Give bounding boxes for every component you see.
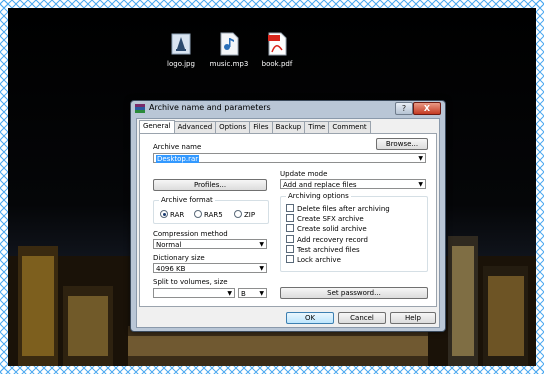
archive-name-label: Archive name xyxy=(153,143,202,151)
format-rar-label: RAR xyxy=(170,211,185,219)
archive-dialog: Archive name and parameters ? X General … xyxy=(130,100,446,332)
compression-method-label: Compression method xyxy=(153,230,228,238)
checkbox-icon xyxy=(286,245,294,253)
create-solid-checkbox[interactable]: Create solid archive xyxy=(286,224,367,233)
split-unit-select[interactable]: B ▼ xyxy=(238,288,267,298)
close-button[interactable]: X xyxy=(413,102,441,115)
dialog-titlebar[interactable]: Archive name and parameters ? X xyxy=(131,101,445,116)
archiving-options-group: Archiving options Delete files after arc… xyxy=(280,192,428,272)
archive-name-value: Desktop.rar xyxy=(156,155,200,163)
cancel-button[interactable]: Cancel xyxy=(338,312,386,324)
tab-general[interactable]: General xyxy=(139,120,175,134)
lock-archive-checkbox[interactable]: Lock archive xyxy=(286,255,341,264)
chevron-down-icon: ▼ xyxy=(418,181,423,188)
pdf-file-icon xyxy=(268,32,287,56)
winrar-app-icon xyxy=(135,104,145,113)
update-mode-value: Add and replace files xyxy=(283,181,357,189)
tab-backup[interactable]: Backup xyxy=(271,121,306,133)
checkbox-label: Lock archive xyxy=(297,256,341,264)
update-mode-select[interactable]: Add and replace files ▼ xyxy=(280,179,426,189)
image-file-icon xyxy=(171,33,191,55)
chevron-down-icon: ▼ xyxy=(227,290,232,297)
update-mode-label: Update mode xyxy=(280,170,328,178)
desktop-icon-music[interactable]: music.mp3 xyxy=(202,32,256,68)
format-rar5-radio[interactable]: RAR5 xyxy=(194,210,223,219)
checkbox-icon xyxy=(286,214,294,222)
checkbox-label: Create SFX archive xyxy=(297,215,364,223)
split-volumes-input[interactable]: ▼ xyxy=(153,288,235,298)
checkbox-label: Delete files after archiving xyxy=(297,205,390,213)
help-button[interactable]: Help xyxy=(390,312,436,324)
dictionary-size-value: 4096 KB xyxy=(156,265,186,273)
checkbox-label: Test archived files xyxy=(297,246,360,254)
chevron-down-icon: ▼ xyxy=(418,155,423,162)
format-rar5-label: RAR5 xyxy=(204,211,223,219)
compression-method-value: Normal xyxy=(156,241,182,249)
dictionary-size-label: Dictionary size xyxy=(153,254,205,262)
split-unit-value: B xyxy=(241,290,246,298)
checkbox-label: Add recovery record xyxy=(297,236,368,244)
checkbox-label: Create solid archive xyxy=(297,225,367,233)
tab-comment[interactable]: Comment xyxy=(328,121,371,133)
checkbox-icon xyxy=(286,235,294,243)
profiles-button[interactable]: Profiles... xyxy=(153,179,267,191)
test-archived-checkbox[interactable]: Test archived files xyxy=(286,245,360,254)
delete-after-checkbox[interactable]: Delete files after archiving xyxy=(286,204,390,213)
tab-strip: General Advanced Options Files Backup Ti… xyxy=(139,120,371,134)
compression-method-select[interactable]: Normal ▼ xyxy=(153,239,267,249)
desktop-icon-book[interactable]: book.pdf xyxy=(250,32,304,68)
tab-options[interactable]: Options xyxy=(215,121,251,133)
desktop-icon-label: book.pdf xyxy=(261,60,293,68)
archive-format-group: Archive format RAR RAR5 ZIP xyxy=(153,196,269,224)
create-sfx-checkbox[interactable]: Create SFX archive xyxy=(286,214,364,223)
desktop-icon-logo[interactable]: logo.jpg xyxy=(154,32,208,68)
dialog-title: Archive name and parameters xyxy=(149,103,271,112)
audio-file-icon xyxy=(220,32,239,56)
format-zip-label: ZIP xyxy=(244,211,256,219)
browse-button[interactable]: Browse... xyxy=(376,138,428,150)
archive-format-label: Archive format xyxy=(159,196,215,204)
checkbox-icon xyxy=(286,255,294,263)
radio-selected-icon xyxy=(160,210,168,218)
tab-time[interactable]: Time xyxy=(304,121,330,133)
archiving-options-label: Archiving options xyxy=(286,192,351,200)
dialog-client-area: General Advanced Options Files Backup Ti… xyxy=(136,118,440,328)
ok-button[interactable]: OK xyxy=(286,312,334,324)
desktop-icon-label: music.mp3 xyxy=(209,60,249,68)
dictionary-size-select[interactable]: 4096 KB ▼ xyxy=(153,263,267,273)
general-tab-panel: Archive name Browse... Desktop.rar ▼ Upd… xyxy=(139,133,437,307)
recovery-record-checkbox[interactable]: Add recovery record xyxy=(286,235,368,244)
split-volumes-label: Split to volumes, size xyxy=(153,278,228,286)
tab-files[interactable]: Files xyxy=(249,121,273,133)
chevron-down-icon: ▼ xyxy=(259,290,264,297)
help-titlebar-button[interactable]: ? xyxy=(395,102,413,115)
chevron-down-icon: ▼ xyxy=(259,265,264,272)
desktop: logo.jpg music.mp3 book.pdf Archive name… xyxy=(8,8,536,366)
format-zip-radio[interactable]: ZIP xyxy=(234,210,255,219)
tab-advanced[interactable]: Advanced xyxy=(173,121,217,133)
archive-name-input[interactable]: Desktop.rar ▼ xyxy=(153,153,426,163)
set-password-button[interactable]: Set password... xyxy=(280,287,428,299)
desktop-icon-label: logo.jpg xyxy=(167,60,195,68)
radio-icon xyxy=(234,210,242,218)
chevron-down-icon: ▼ xyxy=(259,241,264,248)
format-rar-radio[interactable]: RAR xyxy=(160,210,184,219)
radio-icon xyxy=(194,210,202,218)
checkbox-icon xyxy=(286,224,294,232)
checkbox-icon xyxy=(286,204,294,212)
